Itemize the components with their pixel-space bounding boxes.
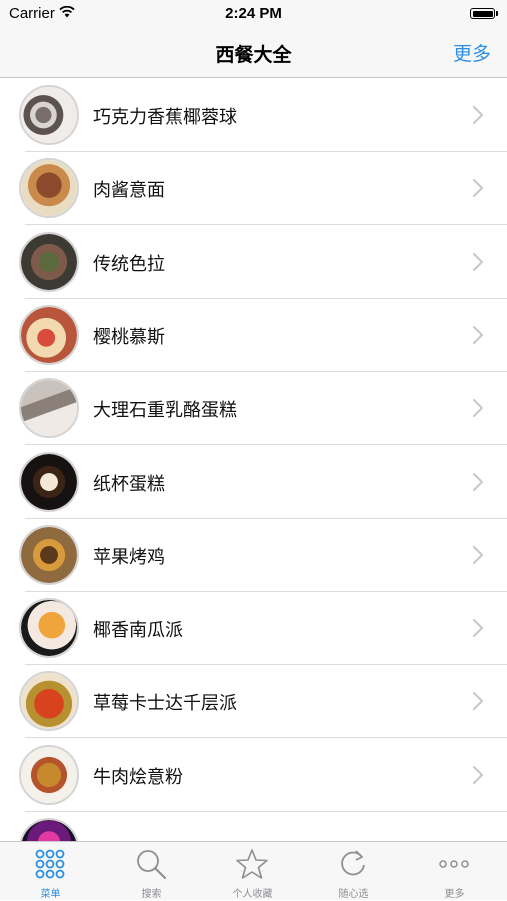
tab-bar: 菜单 搜索 个人收藏 随心选 更多 <box>0 841 507 900</box>
recipe-thumbnail <box>19 818 79 841</box>
recipe-thumbnail <box>19 671 79 732</box>
recipe-row-partial[interactable] <box>0 812 507 841</box>
battery-tip <box>496 11 498 16</box>
recipe-list[interactable]: 巧克力香蕉椰蓉球 肉酱意面传统色拉樱桃慕斯大理石重乳酪蛋糕 纸杯蛋糕苹果烤鸡椰香南瓜… <box>0 79 507 841</box>
chevron-right-icon <box>473 545 483 564</box>
tab-search[interactable]: 搜索 <box>101 842 202 901</box>
tab-random[interactable]: 随心选 <box>303 842 404 901</box>
tab-menu[interactable]: 菜单 <box>0 842 101 901</box>
status-time: 2:24 PM <box>225 5 282 22</box>
recipe-row[interactable]: 纸杯蛋糕 <box>0 446 507 519</box>
more-button[interactable]: 更多 <box>453 39 491 66</box>
tab-random-label: 随心选 <box>338 889 369 900</box>
chevron-right-icon <box>473 252 483 271</box>
refresh-icon <box>341 850 365 876</box>
chevron-right-icon <box>473 106 483 124</box>
recipe-row[interactable]: 樱桃慕斯 <box>0 299 507 372</box>
search-icon <box>137 850 167 880</box>
recipe-thumbnail <box>19 85 79 145</box>
navigation-bar: 西餐大全 更多 <box>0 28 507 78</box>
chevron-right-icon <box>473 325 483 344</box>
recipe-row[interactable]: 大理石重乳酪蛋糕 <box>0 372 507 446</box>
recipe-thumbnail <box>19 378 79 439</box>
recipe-name: 大理石重乳酪蛋糕 <box>93 400 237 422</box>
tab-more-label: 更多 <box>444 889 465 900</box>
recipe-row[interactable]: 肉酱意面 <box>0 152 507 226</box>
recipe-row[interactable]: 牛肉烩意粉 <box>0 739 507 812</box>
recipe-name: 樱桃慕斯 <box>93 326 165 348</box>
recipe-name: 椰香南瓜派 <box>93 620 183 642</box>
recipe-row[interactable]: 草莓卡士达千层派 <box>0 665 507 739</box>
recipe-thumbnail <box>19 231 79 292</box>
recipe-name: 草莓卡士达千层派 <box>93 693 237 715</box>
chevron-right-icon <box>473 765 483 784</box>
recipe-name: 苹果烤鸡 <box>93 546 165 568</box>
status-bar: Carrier 2:24 PM <box>0 0 507 28</box>
battery-icon <box>470 8 495 19</box>
recipe-name: 巧克力香蕉椰蓉球 <box>93 107 237 128</box>
chevron-right-icon <box>473 692 483 711</box>
tab-favorites-label: 个人收藏 <box>232 889 273 900</box>
recipe-thumbnail <box>19 524 79 585</box>
recipe-row[interactable]: 苹果烤鸡 <box>0 519 507 592</box>
recipe-name: 牛肉烩意粉 <box>93 766 183 788</box>
recipe-thumbnail <box>19 451 79 512</box>
recipe-name: 肉酱意面 <box>93 180 165 202</box>
tab-menu-label: 菜单 <box>40 889 61 900</box>
recipe-row[interactable]: 传统色拉 <box>0 226 507 299</box>
recipe-thumbnail <box>19 744 79 805</box>
recipe-thumbnail <box>19 598 79 659</box>
chevron-right-icon <box>473 179 483 198</box>
chevron-right-icon <box>473 619 483 638</box>
tab-more[interactable]: 更多 <box>404 842 505 901</box>
tab-search-label: 搜索 <box>141 889 162 900</box>
recipe-name: 纸杯蛋糕 <box>93 473 165 495</box>
page-title: 西餐大全 <box>215 44 292 66</box>
recipe-row[interactable]: 巧克力香蕉椰蓉球 <box>0 79 507 152</box>
chevron-right-icon <box>473 472 483 491</box>
recipe-name: 传统色拉 <box>93 253 165 275</box>
grid-icon <box>35 849 65 879</box>
more-dots-icon <box>439 860 469 868</box>
tab-favorites[interactable]: 个人收藏 <box>202 842 303 901</box>
recipe-thumbnail <box>19 158 79 219</box>
recipe-thumbnail <box>19 304 79 365</box>
star-icon <box>236 849 268 879</box>
chevron-right-icon <box>473 399 483 418</box>
recipe-row[interactable]: 椰香南瓜派 <box>0 592 507 666</box>
